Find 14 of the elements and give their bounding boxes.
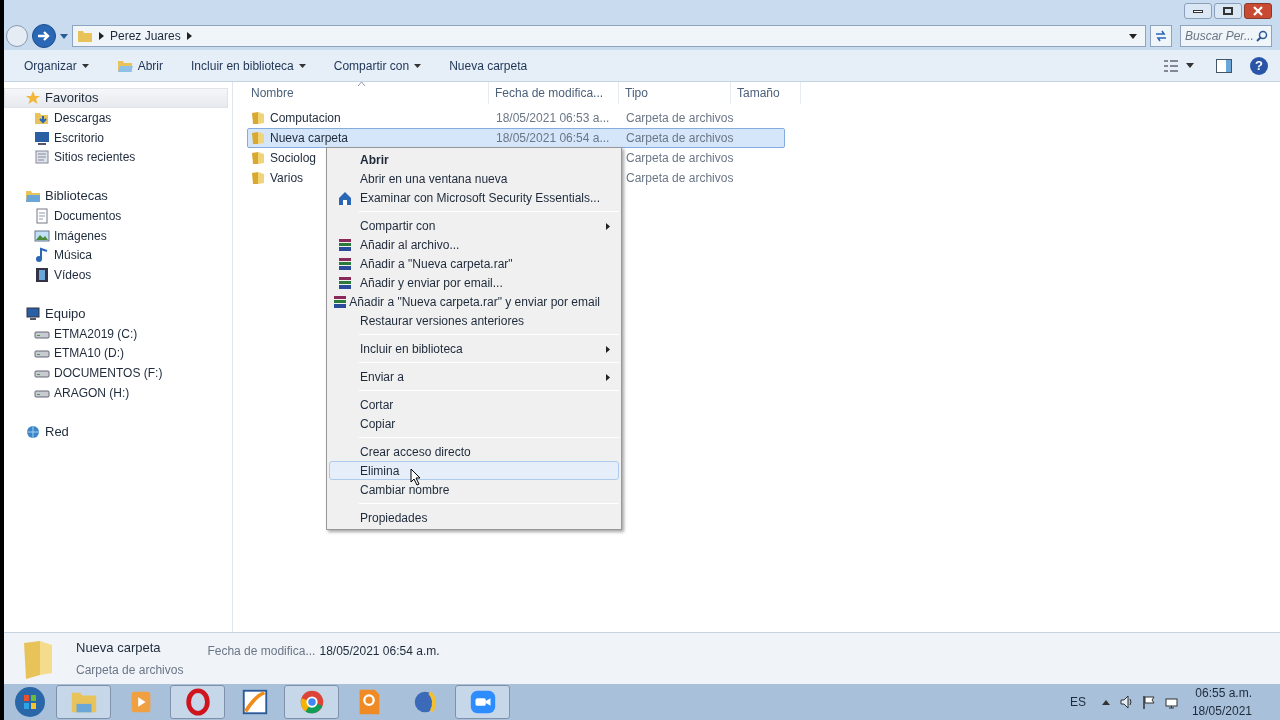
- file-name: Sociolog: [270, 150, 317, 167]
- file-name: Varios: [270, 170, 304, 187]
- file-type: Carpeta de archivos: [626, 111, 734, 125]
- file-date: 18/05/2021 06:54 a...: [496, 131, 610, 145]
- field-value: 18/05/2021 06:54 a.m.: [319, 643, 440, 660]
- file-type: Carpeta de archivos: [76, 661, 184, 679]
- file-type: Carpeta de archivos: [626, 171, 734, 185]
- file-type: Carpeta de archivos: [626, 131, 734, 145]
- file-name: Nueva carpeta: [270, 130, 349, 147]
- file-name: Nueva carpeta: [76, 639, 162, 658]
- field-label: Fecha de modifica...: [207, 643, 316, 660]
- file-name: Computacion: [270, 110, 341, 127]
- file-type: Carpeta de archivos: [626, 151, 734, 165]
- file-date: 18/05/2021 06:53 a...: [496, 111, 610, 125]
